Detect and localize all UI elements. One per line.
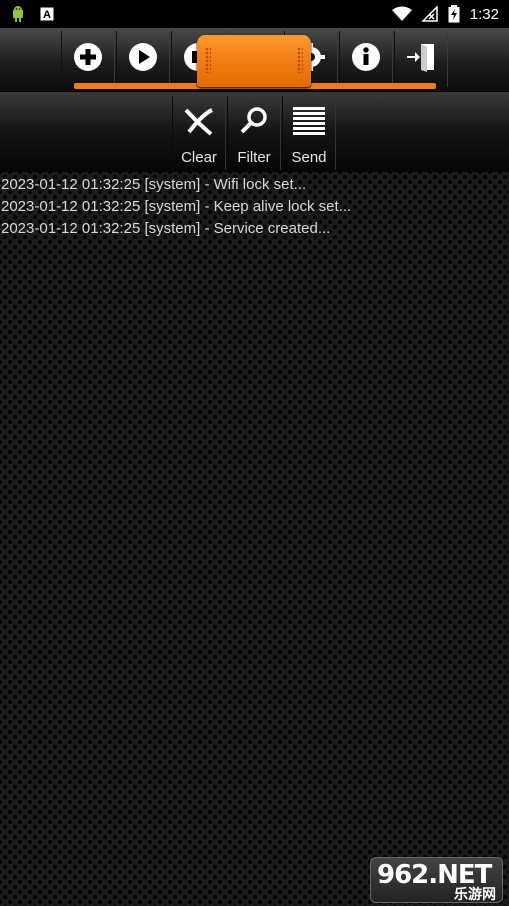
grip-left — [205, 47, 211, 73]
svg-text:A: A — [43, 9, 51, 21]
status-bar: A 1:32 — [0, 0, 509, 28]
exit-icon — [405, 42, 437, 77]
log-view[interactable]: 2023-01-12 01:32:25 [system] - Wifi lock… — [0, 172, 509, 906]
drawer-handle[interactable] — [197, 35, 311, 87]
clear-label: Clear — [181, 149, 217, 166]
play-button[interactable] — [116, 31, 170, 87]
clear-icon — [183, 96, 215, 146]
filter-label: Filter — [237, 149, 271, 166]
log-line: 2023-01-12 01:32:25 [system] - Keep aliv… — [1, 198, 352, 215]
grip-right — [297, 47, 303, 73]
battery-charging-icon — [448, 5, 460, 23]
no-signal-icon — [421, 6, 438, 22]
clock: 1:32 — [469, 5, 499, 23]
exit-button[interactable] — [394, 31, 448, 87]
wifi-icon — [391, 6, 412, 22]
filter-button[interactable]: Filter — [227, 96, 281, 170]
lines-icon — [293, 96, 325, 146]
log-line: 2023-01-12 01:32:25 [system] - Service c… — [1, 220, 331, 237]
log-line: 2023-01-12 01:32:25 [system] - Wifi lock… — [1, 176, 307, 193]
info-button[interactable] — [339, 31, 393, 87]
watermark-logo: 962.NET 乐游网 — [370, 857, 503, 903]
search-icon — [238, 96, 270, 146]
watermark-bottom-text: 乐游网 — [454, 886, 496, 902]
add-button[interactable] — [61, 31, 115, 87]
play-icon — [128, 42, 158, 77]
log-toolbar: Clear Filter Send — [0, 92, 509, 172]
info-icon — [351, 42, 381, 77]
android-robot-icon — [10, 5, 26, 23]
a-icon: A — [40, 7, 54, 21]
send-button[interactable]: Send — [282, 96, 336, 170]
send-label: Send — [291, 149, 327, 166]
clear-button[interactable]: Clear — [172, 96, 226, 170]
add-icon — [73, 42, 103, 77]
